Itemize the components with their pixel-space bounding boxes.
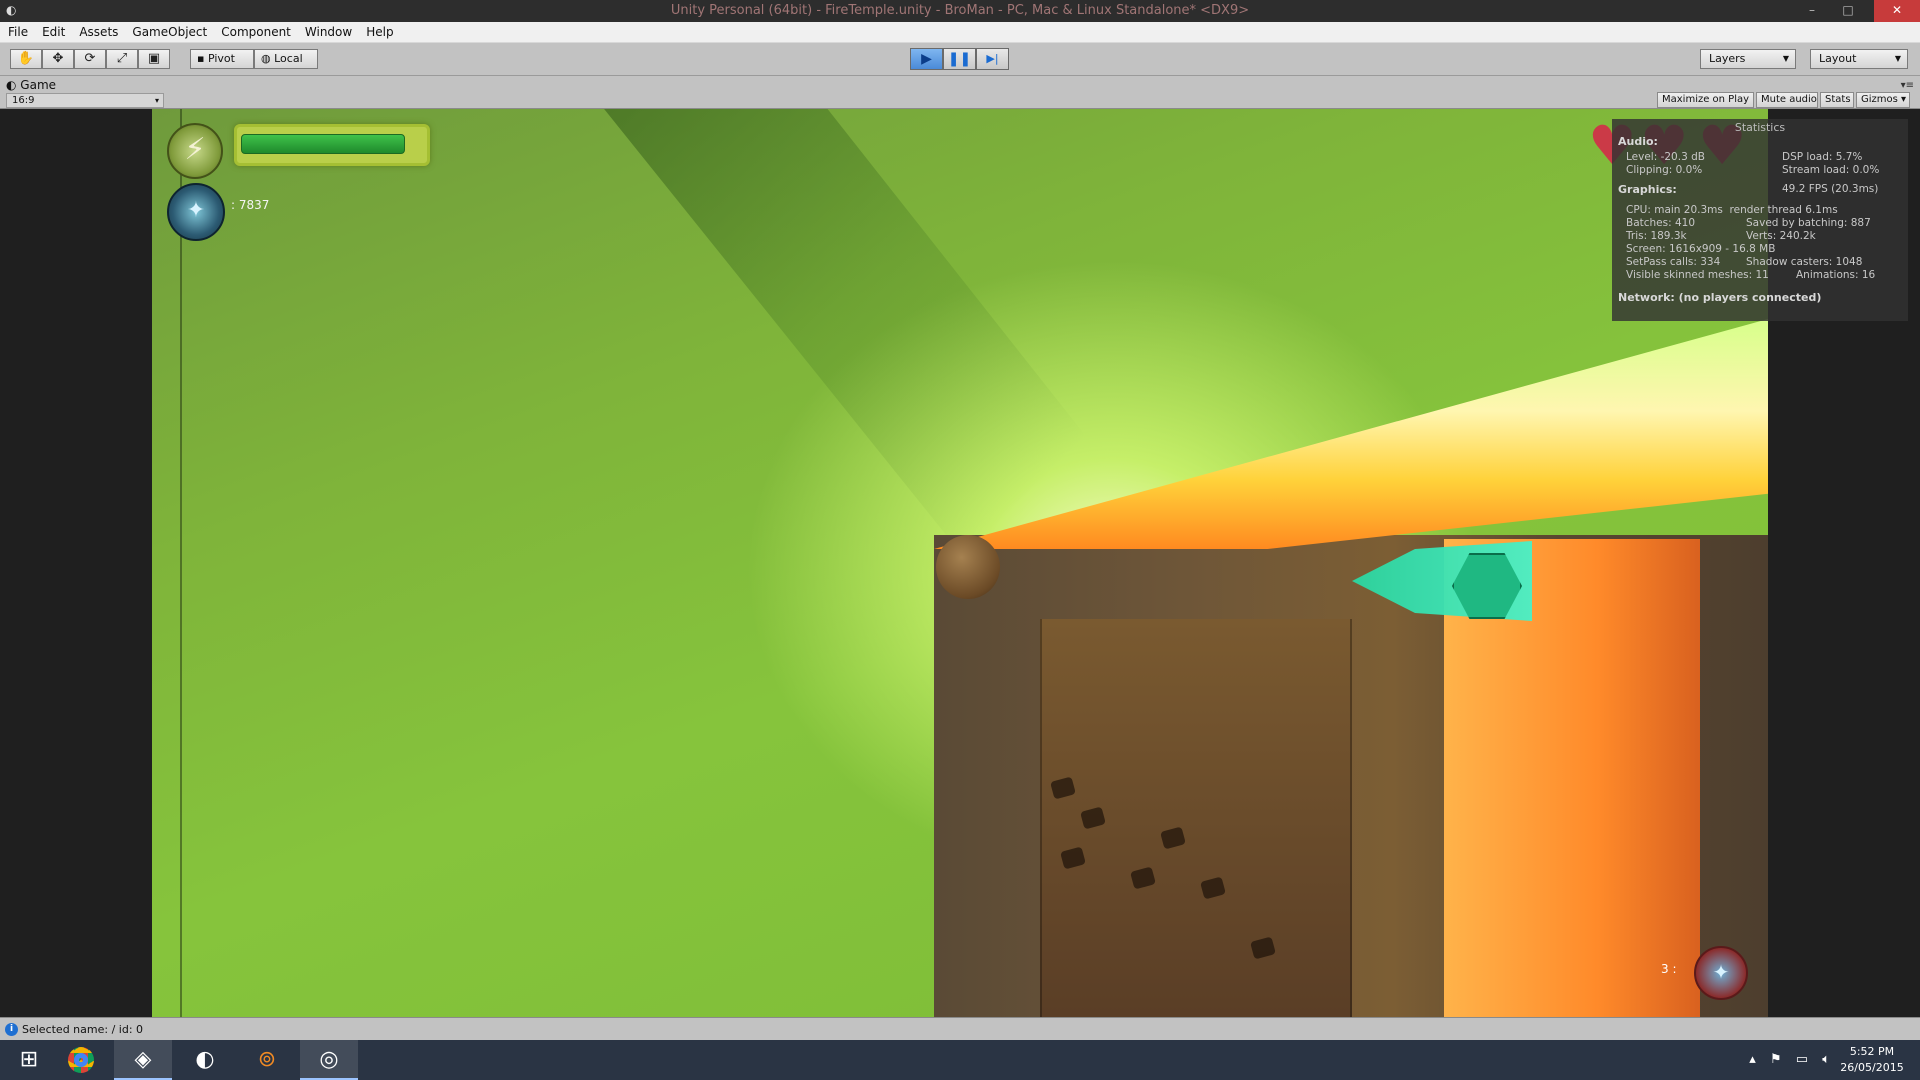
status-bar: i Selected name: / id: 0 <box>0 1017 1920 1040</box>
menu-help[interactable]: Help <box>358 22 399 41</box>
stats-graphics-header: Graphics: <box>1618 183 1677 196</box>
menu-gameobject[interactable]: GameObject <box>124 22 213 41</box>
stats-audio-clipping: Clipping: 0.0% <box>1626 164 1703 176</box>
statistics-panel: Statistics Audio: Level: -20.3 dB Clippi… <box>1612 119 1908 321</box>
info-icon: i <box>5 1023 18 1036</box>
menu-window[interactable]: Window <box>297 22 358 41</box>
blender-icon[interactable]: ⊚ <box>238 1040 296 1080</box>
stats-stream-load: Stream load: 0.0% <box>1782 164 1880 176</box>
hand-tool-icon[interactable]: ✋ <box>10 49 42 69</box>
chevron-down-icon: ▼ <box>1894 54 1901 63</box>
tab-game[interactable]: ◐ Game <box>6 78 56 92</box>
stats-screen: Screen: 1616x909 - 16.8 MB <box>1626 243 1776 255</box>
system-tray: ▴ ⚑ ▭ 🔈︎ <box>1739 1040 1830 1080</box>
energy-bolt-icon: ⚡ <box>167 123 223 179</box>
stats-audio-level: Level: -20.3 dB <box>1626 151 1705 163</box>
menu-file[interactable]: File <box>0 22 34 41</box>
rolling-boulder <box>936 535 1000 599</box>
game-view-header: ◐ Game 16:9 ▾ ▾≡ Maximize on Play Mute au… <box>0 76 1920 109</box>
volume-icon[interactable]: 🔈︎ <box>1822 1052 1830 1067</box>
chevron-down-icon: ▾ <box>154 96 159 105</box>
pivot-toggle[interactable]: ▪ Pivot <box>190 49 254 69</box>
stats-skinned-meshes: Visible skinned meshes: 11 <box>1626 269 1769 281</box>
rotate-tool-icon[interactable]: ⟳ <box>74 49 106 69</box>
layers-dropdown[interactable]: Layers ▼ <box>1700 49 1796 69</box>
gizmos-dropdown[interactable]: Gizmos ▾ <box>1856 92 1910 108</box>
taskbar-clock[interactable]: 5:52 PM 26/05/2015 <box>1834 1044 1910 1076</box>
stats-shadow-casters: Shadow casters: 1048 <box>1746 256 1863 268</box>
unity-icon[interactable]: ◈ <box>114 1040 172 1080</box>
local-label: Local <box>274 52 303 65</box>
health-bar <box>234 124 430 166</box>
stats-button[interactable]: Stats <box>1820 92 1854 108</box>
menu-bar: File Edit Assets GameObject Component Window H… <box>0 22 1920 43</box>
action-center-icon[interactable]: ⚑ <box>1770 1052 1782 1067</box>
scene-edge-line <box>180 109 182 1017</box>
crystal-count: : 7837 <box>231 198 270 212</box>
crystal-counter-icon: ✦ <box>167 183 225 241</box>
menu-assets[interactable]: Assets <box>71 22 124 41</box>
status-message: Selected name: / id: 0 <box>22 1023 144 1036</box>
game-tab-label: Game <box>20 78 57 92</box>
layout-label: Layout <box>1819 52 1857 65</box>
aspect-ratio-dropdown[interactable]: 16:9 ▾ <box>6 93 164 108</box>
pivot-icon: ▪ <box>197 52 208 65</box>
layout-dropdown[interactable]: Layout ▼ <box>1810 49 1908 69</box>
tray-expand-icon[interactable]: ▴ <box>1749 1052 1756 1067</box>
stats-fps: 49.2 FPS (20.3ms) <box>1782 183 1879 195</box>
pivot-label: Pivot <box>207 52 235 65</box>
game-viewport[interactable]: ⚡ ✦ : 7837 ♥ ♥ ♥ 3 : ✦ Statistics Audio:… <box>0 109 1920 1017</box>
stats-audio-header: Audio: <box>1618 135 1658 148</box>
stats-cpu: CPU: main 20.3ms render thread 6.1ms <box>1626 204 1838 216</box>
window-title-bar: ◐ Unity Personal (64bit) - FireTemple.un… <box>0 0 1920 22</box>
mute-audio-button[interactable]: Mute audio <box>1756 92 1818 108</box>
rect-tool-icon[interactable]: ▣ <box>138 49 170 69</box>
close-button[interactable]: ✕ <box>1874 0 1920 22</box>
stats-batches: Batches: 410 <box>1626 217 1696 229</box>
clock-time: 5:52 PM <box>1849 1045 1895 1058</box>
pause-button[interactable]: ❚❚ <box>943 48 976 70</box>
game-window-icon[interactable]: ◎ <box>300 1040 358 1080</box>
game-tab-icon: ◐ <box>6 78 21 92</box>
health-bar-fill <box>241 134 405 154</box>
gizmos-label: Gizmos <box>1861 94 1898 105</box>
tab-menu-icon[interactable]: ▾≡ <box>1901 80 1914 91</box>
toolbar: ✋ ✥ ⟳ ⤢ ▣ ▪ Pivot ◍ Local ▶ ❚❚ ▶| Layers… <box>0 43 1920 76</box>
stats-tris: Tris: 189.3k <box>1626 230 1687 242</box>
step-button[interactable]: ▶| <box>976 48 1009 70</box>
menu-component[interactable]: Component <box>213 22 297 41</box>
network-icon[interactable]: ▭ <box>1796 1052 1808 1067</box>
maximize-on-play-button[interactable]: Maximize on Play <box>1657 92 1754 108</box>
stats-network: Network: (no players connected) <box>1618 291 1822 304</box>
statistics-title: Statistics <box>1734 121 1786 134</box>
local-icon: ◍ <box>261 52 275 65</box>
chrome-icon[interactable] <box>52 1040 110 1080</box>
aspect-label: 16:9 <box>12 95 35 106</box>
stats-animations: Animations: 16 <box>1796 269 1876 281</box>
steam-icon[interactable]: ◐ <box>176 1040 234 1080</box>
menu-edit[interactable]: Edit <box>34 22 71 41</box>
lives-icon: ✦ <box>1694 946 1748 1000</box>
play-button[interactable]: ▶ <box>910 48 943 70</box>
stats-setpass: SetPass calls: 334 <box>1626 256 1721 268</box>
chevron-down-icon: ▼ <box>1782 54 1789 63</box>
windows-start-icon[interactable]: ⊞ <box>0 1040 58 1080</box>
minimize-button[interactable]: – <box>1796 0 1828 22</box>
stats-dsp-load: DSP load: 5.7% <box>1782 151 1863 163</box>
chevron-down-icon: ▾ <box>1901 94 1907 105</box>
game-scene <box>152 109 1768 1017</box>
windows-taskbar: ⊞ ◈ ◐ ⊚ ◎ ▴ ⚑ ▭ 🔈︎ 5:52 PM 26/05/2015 <box>0 1040 1920 1080</box>
local-toggle[interactable]: ◍ Local <box>254 49 318 69</box>
move-tool-icon[interactable]: ✥ <box>42 49 74 69</box>
scale-tool-icon[interactable]: ⤢ <box>106 49 138 69</box>
maximize-button[interactable]: □ <box>1832 0 1864 22</box>
layers-label: Layers <box>1709 52 1746 65</box>
stats-saved-by-batching: Saved by batching: 887 <box>1746 217 1871 229</box>
clock-date: 26/05/2015 <box>1840 1061 1904 1074</box>
lives-count: 3 : <box>1661 962 1677 976</box>
window-title: Unity Personal (64bit) - FireTemple.unit… <box>670 3 1250 18</box>
stats-verts: Verts: 240.2k <box>1746 230 1816 242</box>
